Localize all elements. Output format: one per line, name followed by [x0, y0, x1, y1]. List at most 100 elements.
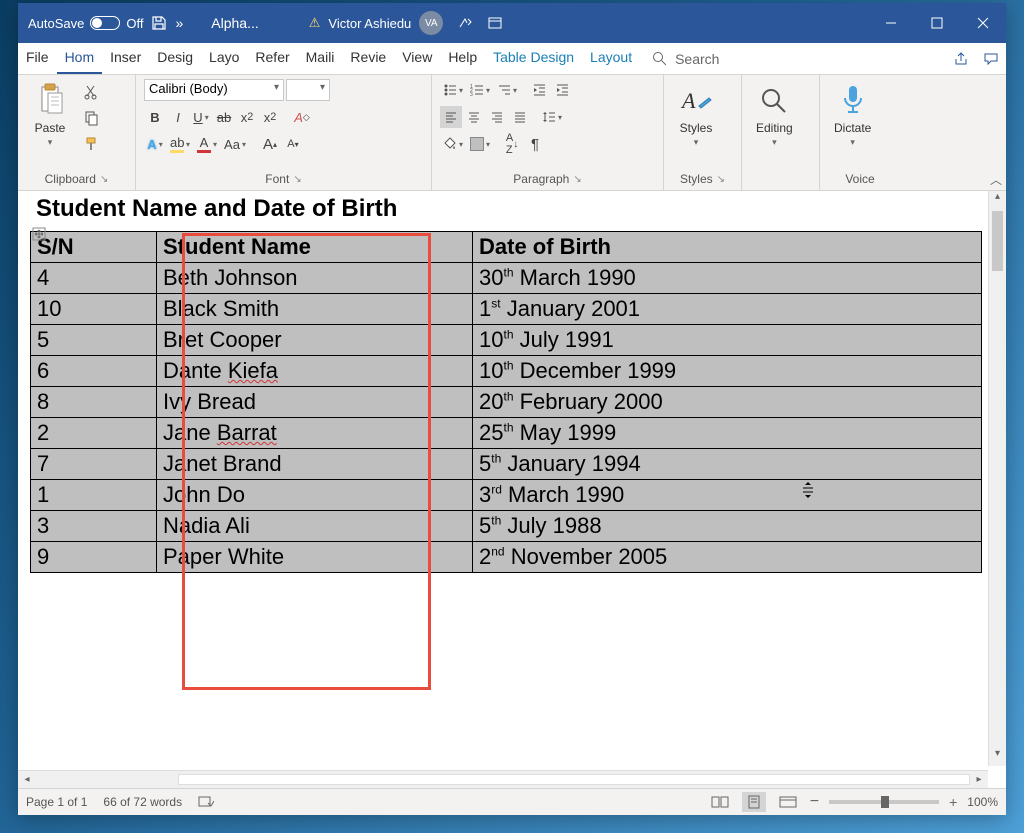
app-mode-icon[interactable]	[487, 15, 503, 31]
table-row[interactable]: 6Dante Kiefa10th December 1999	[31, 356, 982, 387]
word-count[interactable]: 66 of 72 words	[103, 795, 182, 809]
ribbon-display-icon[interactable]	[457, 15, 473, 31]
table-header-row[interactable]: S/N Student Name Date of Birth	[31, 232, 982, 263]
shading-button[interactable]	[440, 133, 466, 155]
cell-name[interactable]: Paper White	[157, 542, 473, 573]
vertical-scrollbar[interactable]: ▴ ▾	[988, 191, 1006, 766]
table-row[interactable]: 1John Do3rd March 1990	[31, 480, 982, 511]
header-sn[interactable]: S/N	[31, 232, 157, 263]
horizontal-scroll-track[interactable]	[178, 774, 970, 785]
cell-name[interactable]: Jane Barrat	[157, 418, 473, 449]
cut-button[interactable]	[80, 81, 102, 103]
autosave-toggle[interactable]: AutoSave Off	[28, 16, 143, 31]
cell-sn[interactable]: 7	[31, 449, 157, 480]
table-row[interactable]: 9Paper White2nd November 2005	[31, 542, 982, 573]
borders-button[interactable]	[467, 133, 493, 155]
zoom-level[interactable]: 100%	[967, 795, 998, 809]
increase-indent-button[interactable]	[551, 79, 573, 101]
paste-button[interactable]: Paste ▾	[26, 79, 74, 152]
collapse-ribbon-button[interactable]: ︿	[990, 171, 1002, 188]
cell-dob[interactable]: 20th February 2000	[473, 387, 982, 418]
tab-view[interactable]: View	[394, 43, 440, 74]
format-painter-button[interactable]	[80, 133, 102, 155]
font-name-select[interactable]: Calibri (Body)	[144, 79, 284, 101]
clipboard-dialog-launcher[interactable]: ↘	[100, 174, 108, 185]
align-left-button[interactable]	[440, 106, 462, 128]
cell-name[interactable]: Bret Cooper	[157, 325, 473, 356]
shrink-font-button[interactable]: A▾	[282, 133, 304, 155]
superscript-button[interactable]: x2	[259, 106, 281, 128]
tab-design[interactable]: Desig	[149, 43, 201, 74]
cell-name[interactable]: Ivy Bread	[157, 387, 473, 418]
document-heading[interactable]: Student Name and Date of Birth	[30, 191, 982, 231]
cell-sn[interactable]: 3	[31, 511, 157, 542]
table-row[interactable]: 5Bret Cooper10th July 1991	[31, 325, 982, 356]
justify-button[interactable]	[509, 106, 531, 128]
tab-mailings[interactable]: Maili	[298, 43, 343, 74]
cell-dob[interactable]: 10th December 1999	[473, 356, 982, 387]
subscript-button[interactable]: x2	[236, 106, 258, 128]
bullets-button[interactable]	[440, 79, 466, 101]
vertical-scroll-thumb[interactable]	[992, 211, 1003, 271]
cell-name[interactable]: Black Smith	[157, 294, 473, 325]
table-row[interactable]: 3Nadia Ali5th July 1988	[31, 511, 982, 542]
table-row[interactable]: 8Ivy Bread20th February 2000	[31, 387, 982, 418]
cell-name[interactable]: Beth Johnson	[157, 263, 473, 294]
cell-sn[interactable]: 5	[31, 325, 157, 356]
tab-table-design[interactable]: Table Design	[485, 43, 582, 74]
table-row[interactable]: 4Beth Johnson30th March 1990	[31, 263, 982, 294]
tab-file[interactable]: File	[18, 43, 57, 74]
line-spacing-button[interactable]	[539, 106, 565, 128]
font-color-button[interactable]: A	[194, 133, 220, 155]
account-button[interactable]: Victor Ashiedu VA	[328, 11, 443, 35]
minimize-button[interactable]	[868, 3, 914, 43]
paragraph-dialog-launcher[interactable]: ↘	[573, 174, 581, 185]
tab-table-layout[interactable]: Layout	[582, 43, 640, 74]
scroll-up-button[interactable]: ▴	[989, 191, 1006, 209]
highlight-button[interactable]: ab	[167, 133, 193, 155]
cell-sn[interactable]: 4	[31, 263, 157, 294]
cell-name[interactable]: Dante Kiefa	[157, 356, 473, 387]
tab-review[interactable]: Revie	[342, 43, 394, 74]
zoom-slider[interactable]	[829, 800, 939, 804]
read-mode-button[interactable]	[708, 792, 732, 812]
tell-me-search[interactable]: Search	[652, 43, 719, 74]
show-marks-button[interactable]: ¶	[524, 133, 546, 155]
close-button[interactable]	[960, 3, 1006, 43]
cell-sn[interactable]: 10	[31, 294, 157, 325]
horizontal-scrollbar[interactable]: ◂ ▸	[18, 770, 988, 788]
editing-button[interactable]: Editing ▾	[750, 79, 799, 152]
cell-sn[interactable]: 6	[31, 356, 157, 387]
cell-sn[interactable]: 9	[31, 542, 157, 573]
strikethrough-button[interactable]: ab	[213, 106, 235, 128]
grow-font-button[interactable]: A▴	[259, 133, 281, 155]
multilevel-button[interactable]	[494, 79, 520, 101]
numbering-button[interactable]: 123	[467, 79, 493, 101]
table-row[interactable]: 10Black Smith1st January 2001	[31, 294, 982, 325]
underline-button[interactable]: U	[190, 106, 212, 128]
styles-button[interactable]: A Styles ▾	[672, 79, 720, 152]
cell-dob[interactable]: 30th March 1990	[473, 263, 982, 294]
cell-sn[interactable]: 8	[31, 387, 157, 418]
save-icon[interactable]	[151, 15, 167, 31]
quick-access-more-icon[interactable]: »	[175, 15, 183, 31]
tab-home[interactable]: Hom	[57, 43, 103, 74]
table-move-handle[interactable]	[30, 225, 48, 243]
spellcheck-icon[interactable]	[198, 795, 214, 809]
zoom-out-button[interactable]: −	[810, 793, 819, 811]
font-size-select[interactable]	[286, 79, 330, 101]
cell-dob[interactable]: 3rd March 1990	[473, 480, 982, 511]
web-layout-button[interactable]	[776, 792, 800, 812]
cell-name[interactable]: Janet Brand	[157, 449, 473, 480]
header-name[interactable]: Student Name	[157, 232, 473, 263]
cell-dob[interactable]: 5th July 1988	[473, 511, 982, 542]
text-effects-button[interactable]: A	[144, 133, 166, 155]
share-button[interactable]	[946, 44, 976, 74]
scroll-right-button[interactable]: ▸	[970, 771, 988, 788]
table-row[interactable]: 2Jane Barrat25th May 1999	[31, 418, 982, 449]
table-row[interactable]: 7Janet Brand5th January 1994	[31, 449, 982, 480]
cell-name[interactable]: Nadia Ali	[157, 511, 473, 542]
align-right-button[interactable]	[486, 106, 508, 128]
tab-insert[interactable]: Inser	[102, 43, 149, 74]
cell-dob[interactable]: 25th May 1999	[473, 418, 982, 449]
